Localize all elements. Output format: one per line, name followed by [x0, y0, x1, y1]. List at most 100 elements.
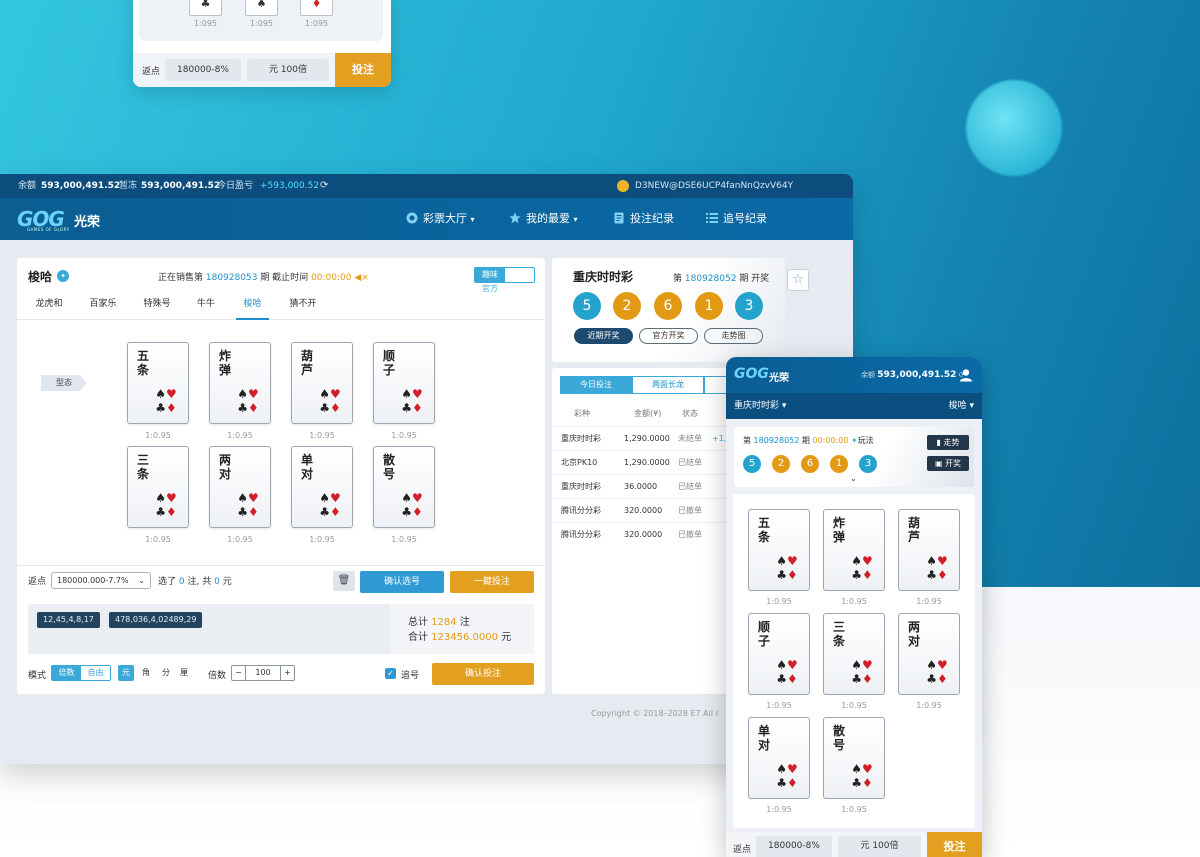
lottery-select[interactable]: 重庆时时彩 ▾ [734, 393, 786, 419]
tab-showhand[interactable]: 梭哈 [236, 290, 269, 320]
chevron-down-icon[interactable]: ⌄ [850, 474, 857, 483]
spade-icon: ♠ [851, 554, 862, 568]
multiplier-stepper[interactable]: − 100 + [231, 665, 295, 681]
card-thumb[interactable]: ♣ [189, 0, 222, 16]
camera-icon: ▣ [934, 459, 943, 468]
favorite-star-icon[interactable]: ☆ [787, 269, 809, 291]
card-suits: ♠♥ ♣♦ [317, 491, 343, 519]
rebate-select[interactable]: 180000-8% [756, 836, 832, 857]
club-icon: ♣ [776, 568, 787, 582]
hand-card[interactable]: 三条 ♠♥ ♣♦ [823, 613, 885, 695]
draw-result-panel: 重庆时时彩 第 180928052 期 开奖 5 2 6 1 3 近期开奖 官方… [552, 258, 785, 362]
decorative-orb [966, 80, 1062, 176]
card-odds: 1:0.95 [391, 535, 417, 544]
tab-special[interactable]: 特殊号 [137, 290, 177, 320]
card-name: 三条 [833, 620, 846, 648]
quick-bet-button[interactable]: 一鍵投注 [450, 571, 534, 593]
result-ball: 1 [830, 455, 848, 473]
nav-bet-records[interactable]: 投注纪录 [613, 198, 674, 240]
hand-card[interactable]: 炸弹 ♠♥ ♣♦ [209, 342, 271, 424]
lottery-name: 重庆时时彩 [573, 270, 634, 284]
tab-baccarat[interactable]: 百家乐 [83, 290, 123, 320]
unit-yuan[interactable]: 元 [118, 665, 134, 681]
hand-card[interactable]: 顺子 ♠♥ ♣♦ [748, 613, 810, 695]
chevron-down-icon: ▾ [969, 401, 974, 411]
multiplier-value[interactable]: 100 [246, 666, 280, 680]
tab-niuniu[interactable]: 牛牛 [191, 290, 221, 320]
game-select[interactable]: 梭哈 ▾ [949, 393, 974, 419]
trend-chart-button[interactable]: 走势图 [704, 328, 763, 344]
recent-draws-button[interactable]: 近期开奖 [574, 328, 633, 344]
list-icon [706, 213, 718, 223]
card-odds: 1:0.95 [916, 597, 942, 606]
hand-card[interactable]: 单对 ♠♥ ♣♦ [291, 446, 353, 528]
mode-fun[interactable]: 趣味 [475, 268, 505, 282]
tab-today-bets[interactable]: 今日投注 [560, 376, 632, 394]
selection-chip[interactable]: 478,036,4,02489,29 [109, 612, 203, 628]
hand-card[interactable]: 五条 ♠♥ ♣♦ [127, 342, 189, 424]
hand-card[interactable]: 散号 ♠♥ ♣♦ [823, 717, 885, 799]
mode-switch[interactable]: 倍数 自由 [51, 665, 111, 681]
unit-li[interactable]: 厘 [176, 665, 192, 681]
hand-card[interactable]: 葫芦 ♠♥ ♣♦ [291, 342, 353, 424]
card-thumb[interactable]: ♠ [245, 0, 278, 16]
confirm-bet-button[interactable]: 确认投注 [432, 663, 534, 685]
selection-chip[interactable]: 12,45,4,8,17 [37, 612, 100, 628]
trend-button[interactable]: ▮ 走势 [927, 435, 969, 450]
nav-lottery-hall[interactable]: 彩票大厅 ▾ [406, 198, 475, 240]
multiplier-field[interactable]: 元 100倍 [838, 836, 921, 857]
multiplier-field[interactable]: 元 100倍 [247, 59, 329, 81]
tab-long-dragon[interactable]: 两面长龙 [632, 376, 704, 394]
nav-favorites[interactable]: 我的最爱 ▾ [509, 198, 578, 240]
card-suits: ♠♥ ♣♦ [774, 762, 800, 790]
official-draw-button[interactable]: 官方开奖 [639, 328, 698, 344]
rebate-select[interactable]: 180000-8% [165, 59, 241, 81]
chevron-down-icon: ▾ [573, 215, 578, 224]
spade-icon: ♠ [237, 387, 248, 401]
chase-checkbox[interactable]: ✓ [385, 668, 396, 679]
bet-button[interactable]: 投注 [927, 832, 982, 857]
spade-icon: ♠ [851, 762, 862, 776]
hand-card[interactable]: 五条 ♠♥ ♣♦ [748, 509, 810, 591]
hand-card[interactable]: 单对 ♠♥ ♣♦ [748, 717, 810, 799]
result-ball: 5 [743, 455, 761, 473]
card-thumb[interactable]: ♦ [300, 0, 333, 16]
draw-button[interactable]: ▣ 开奖 [927, 456, 969, 471]
hand-card[interactable]: 炸弹 ♠♥ ♣♦ [823, 509, 885, 591]
unit-jiao[interactable]: 角 [138, 665, 154, 681]
user-icon[interactable] [959, 368, 973, 382]
mode-free[interactable]: 自由 [81, 666, 110, 680]
nav-chase-records[interactable]: 追号纪录 [706, 198, 767, 240]
mode-toggle[interactable]: 趣味官方 [474, 267, 535, 293]
tab-dragon-tiger[interactable]: 龙虎和 [29, 290, 69, 320]
trash-icon[interactable]: 🗑 [333, 571, 355, 591]
mobile-logo[interactable]: GOG [734, 366, 769, 382]
speaker-icon[interactable]: ◀× [354, 273, 368, 283]
confirm-selection-button[interactable]: 确认选号 [360, 571, 444, 593]
card-name: 炸弹 [219, 349, 232, 377]
plus-button[interactable]: + [280, 666, 294, 680]
hand-card[interactable]: 葫芦 ♠♥ ♣♦ [898, 509, 960, 591]
club-icon: ♣ [319, 505, 330, 519]
hand-card[interactable]: 散号 ♠♥ ♣♦ [373, 446, 435, 528]
card-suits: ♠♥ ♣♦ [774, 658, 800, 686]
club-icon: ♣ [401, 505, 412, 519]
club-icon: ♣ [155, 401, 166, 415]
diamond-icon: ♦ [862, 672, 873, 686]
minus-button[interactable]: − [232, 666, 246, 680]
hand-card[interactable]: 两对 ♠♥ ♣♦ [898, 613, 960, 695]
mode-multiple[interactable]: 倍数 [52, 666, 81, 680]
card-suits: ♠♥ ♣♦ [399, 491, 425, 519]
unit-fen[interactable]: 分 [158, 665, 174, 681]
card-name: 葫芦 [908, 516, 921, 544]
refresh-icon[interactable]: ⟳ [320, 174, 328, 198]
hand-card[interactable]: 两对 ♠♥ ♣♦ [209, 446, 271, 528]
bet-button[interactable]: 投注 [335, 53, 391, 87]
hand-card[interactable]: 顺子 ♠♥ ♣♦ [373, 342, 435, 424]
tab-guess[interactable]: 猜不开 [283, 290, 323, 320]
rebate-select[interactable]: 180000.000-7.7% ⌄ [51, 572, 151, 589]
rebate-label: 返点 [142, 67, 161, 77]
row-game: 腾讯分分彩 [561, 506, 601, 515]
info-icon[interactable]: ✦ [57, 270, 69, 282]
hand-card[interactable]: 三条 ♠♥ ♣♦ [127, 446, 189, 528]
